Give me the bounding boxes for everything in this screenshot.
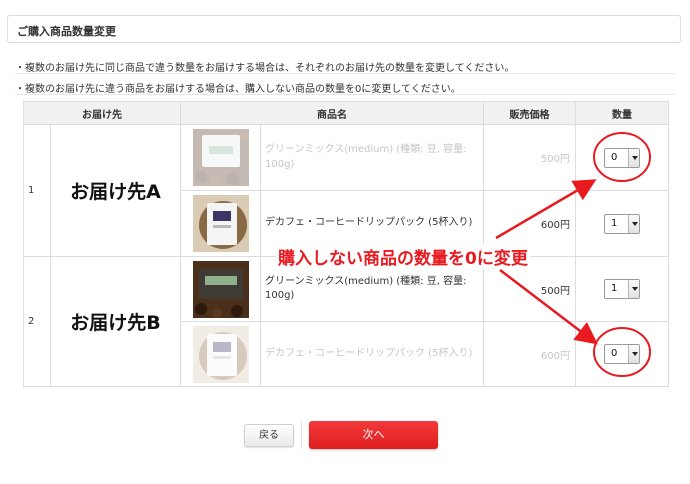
page-header: ご購入商品数量変更 — [7, 15, 681, 43]
product-price: 500円 — [483, 124, 576, 191]
chevron-down-icon — [628, 214, 639, 233]
back-button[interactable]: 戻る — [244, 424, 294, 447]
col-header-product-name: 商品名 — [180, 101, 484, 125]
table-row: 1 お届け先A グリーンミックス(medium) (種類: 豆, 容量: 100… — [23, 124, 669, 257]
product-name: グリーンミックス(medium) (種類: 豆, 容量: 100g) — [260, 124, 484, 191]
product-name: デカフェ・コーヒードリップパック (5杯入り) — [260, 321, 484, 387]
decaf-drip-pack-image — [192, 195, 249, 252]
divider — [15, 73, 676, 74]
destination-label: お届け先B — [50, 256, 181, 387]
table-header-row: お届け先 商品名 販売価格 数量 — [23, 101, 669, 125]
col-header-quantity: 数量 — [575, 101, 669, 125]
quantity-value: 0 — [611, 348, 618, 359]
col-header-destination: お届け先 — [23, 101, 181, 125]
note-different-product: ・複数のお届け先に違う商品をお届けする場合は、購入しない商品の数量を0に変更して… — [15, 84, 461, 95]
row-index: 2 — [23, 256, 51, 387]
product-price: 600円 — [483, 321, 576, 387]
row-index: 1 — [23, 124, 51, 257]
quantity-select[interactable]: 0 — [604, 147, 640, 168]
quantity-value: 0 — [611, 151, 618, 163]
next-button[interactable]: 次へ — [309, 421, 438, 449]
decaf-drip-pack-image — [192, 325, 249, 383]
col-header-price: 販売価格 — [483, 101, 576, 125]
quantity-select[interactable]: 0 — [604, 344, 640, 364]
green-mix-bag-image — [192, 129, 249, 186]
note-same-product: ・複数のお届け先に同じ商品で違う数量をお届けする場合は、それぞれのお届け先の数量… — [15, 63, 515, 74]
quantity-select[interactable]: 1 — [604, 213, 640, 234]
chevron-down-icon — [628, 345, 639, 363]
green-mix-bag-image — [192, 260, 249, 318]
quantity-select[interactable]: 1 — [604, 279, 640, 299]
divider — [15, 94, 676, 95]
annotation-text: 購入しない商品の数量を0に変更 — [276, 244, 530, 269]
chevron-down-icon — [628, 148, 639, 167]
divider — [301, 421, 302, 449]
page-title: ご購入商品数量変更 — [17, 25, 116, 38]
quantity-value: 1 — [611, 217, 618, 229]
destination-label: お届け先A — [50, 124, 181, 257]
chevron-down-icon — [628, 280, 639, 298]
quantity-value: 1 — [611, 283, 618, 294]
